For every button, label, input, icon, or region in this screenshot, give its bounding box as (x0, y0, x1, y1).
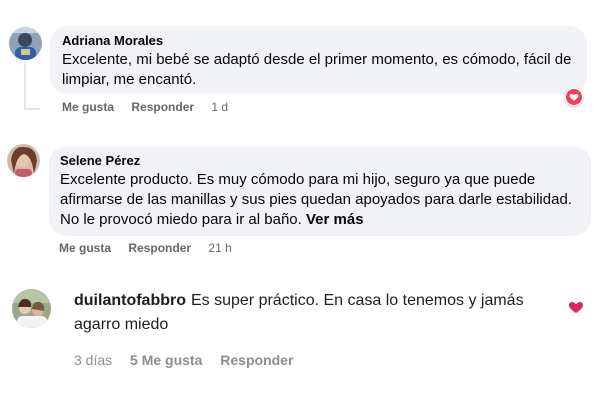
comment-text: duilantofabbro Es super práctico. En casa… (74, 289, 554, 337)
comment-text: Excelente, mi bebé se adaptó desde el pr… (62, 51, 572, 88)
comment-author[interactable]: duilantofabbro (74, 292, 186, 309)
likes-count-button[interactable]: 5 Me gusta (130, 352, 202, 368)
comment-author[interactable]: Selene Pérez (60, 153, 580, 168)
comment-timestamp[interactable]: 21 h (208, 241, 231, 255)
comment-text: Excelente producto. Es muy cómodo para m… (60, 170, 580, 230)
like-button[interactable]: Me gusta (62, 100, 114, 114)
reply-thread-connector (24, 108, 40, 110)
comment-bubble: Selene Pérez Excelente producto. Es muy … (49, 146, 591, 236)
comment-actions: Me gusta Responder 21 h (59, 241, 246, 255)
heart-icon (568, 302, 584, 313)
comment-timestamp[interactable]: 1 d (211, 100, 228, 114)
avatar-adriana-morales[interactable] (9, 27, 42, 60)
see-more-link[interactable]: Ver más (306, 211, 364, 228)
like-heart-button[interactable] (568, 299, 584, 315)
reaction-badge[interactable] (565, 88, 583, 106)
reply-button[interactable]: Responder (220, 352, 293, 368)
comment-actions: Me gusta Responder 1 d (62, 100, 242, 114)
comment-author[interactable]: Adriana Morales (62, 33, 575, 48)
comment-timestamp: 3 días (74, 352, 113, 368)
comment-bubble: Adriana Morales Excelente, mi bebé se ad… (50, 26, 587, 94)
reply-button[interactable]: Responder (128, 241, 191, 255)
reply-button[interactable]: Responder (131, 100, 194, 114)
like-button[interactable]: Me gusta (59, 241, 111, 255)
avatar-selene-perez[interactable] (7, 144, 40, 177)
heart-icon (569, 93, 579, 101)
reply-thread-line (24, 62, 26, 110)
comment-actions: 3 días 5 Me gusta Responder (74, 352, 307, 368)
avatar-duilantofabbro[interactable] (12, 289, 51, 328)
